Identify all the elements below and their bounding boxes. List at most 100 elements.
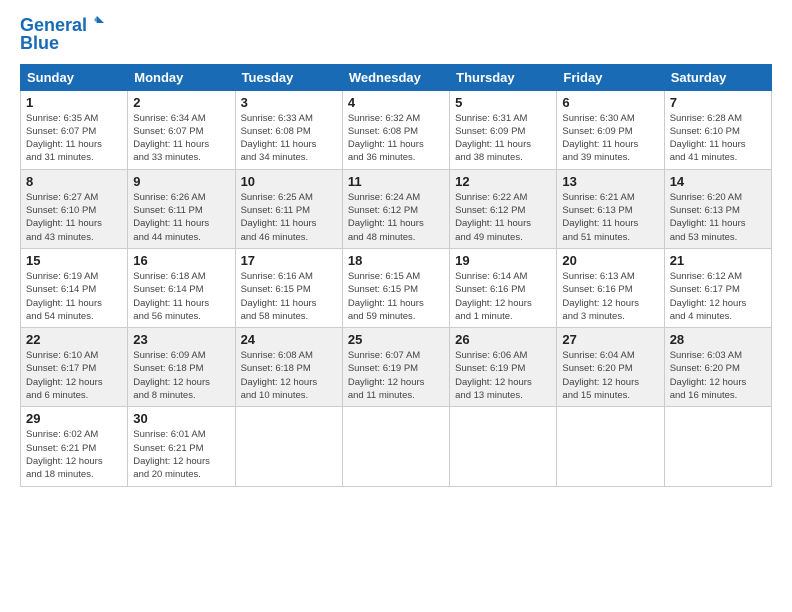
day-info-text: Sunrise: 6:24 AM bbox=[348, 191, 444, 204]
day-info-text: and 13 minutes. bbox=[455, 389, 551, 402]
calendar-day-9: 9Sunrise: 6:26 AMSunset: 6:11 PMDaylight… bbox=[128, 169, 235, 248]
calendar-day-26: 26Sunrise: 6:06 AMSunset: 6:19 PMDayligh… bbox=[450, 328, 557, 407]
day-info-text: and 16 minutes. bbox=[670, 389, 766, 402]
day-info-text: Sunset: 6:14 PM bbox=[133, 283, 229, 296]
day-info-text: Sunset: 6:14 PM bbox=[26, 283, 122, 296]
day-info-text: Daylight: 12 hours bbox=[241, 376, 337, 389]
calendar-day-3: 3Sunrise: 6:33 AMSunset: 6:08 PMDaylight… bbox=[235, 90, 342, 169]
day-header-saturday: Saturday bbox=[664, 64, 771, 90]
day-number: 28 bbox=[670, 332, 766, 347]
day-info-text: Sunset: 6:18 PM bbox=[241, 362, 337, 375]
day-info-text: Daylight: 12 hours bbox=[670, 297, 766, 310]
day-number: 4 bbox=[348, 95, 444, 110]
day-info-text: and 46 minutes. bbox=[241, 231, 337, 244]
day-info-text: and 59 minutes. bbox=[348, 310, 444, 323]
day-info-text: Sunset: 6:16 PM bbox=[455, 283, 551, 296]
day-number: 9 bbox=[133, 174, 229, 189]
day-info-text: Sunset: 6:12 PM bbox=[348, 204, 444, 217]
day-info-text: Sunset: 6:11 PM bbox=[133, 204, 229, 217]
day-info-text: Daylight: 12 hours bbox=[455, 297, 551, 310]
day-header-friday: Friday bbox=[557, 64, 664, 90]
day-info-text: Sunset: 6:18 PM bbox=[133, 362, 229, 375]
day-number: 11 bbox=[348, 174, 444, 189]
day-info-text: Daylight: 11 hours bbox=[348, 297, 444, 310]
calendar-day-13: 13Sunrise: 6:21 AMSunset: 6:13 PMDayligh… bbox=[557, 169, 664, 248]
day-info-text: Daylight: 11 hours bbox=[455, 217, 551, 230]
day-info-text: Daylight: 12 hours bbox=[26, 376, 122, 389]
calendar-week-row: 22Sunrise: 6:10 AMSunset: 6:17 PMDayligh… bbox=[21, 328, 772, 407]
day-info-text: Sunrise: 6:20 AM bbox=[670, 191, 766, 204]
calendar-day-12: 12Sunrise: 6:22 AMSunset: 6:12 PMDayligh… bbox=[450, 169, 557, 248]
day-info-text: Sunset: 6:19 PM bbox=[455, 362, 551, 375]
day-number: 27 bbox=[562, 332, 658, 347]
day-info-text: Sunrise: 6:02 AM bbox=[26, 428, 122, 441]
day-info-text: Daylight: 11 hours bbox=[348, 138, 444, 151]
day-info-text: Sunrise: 6:15 AM bbox=[348, 270, 444, 283]
day-info-text: Daylight: 11 hours bbox=[241, 138, 337, 151]
day-info-text: Sunset: 6:15 PM bbox=[241, 283, 337, 296]
calendar-day-2: 2Sunrise: 6:34 AMSunset: 6:07 PMDaylight… bbox=[128, 90, 235, 169]
day-info-text: Sunrise: 6:34 AM bbox=[133, 112, 229, 125]
calendar-header-row: SundayMondayTuesdayWednesdayThursdayFrid… bbox=[21, 64, 772, 90]
day-info-text: and 10 minutes. bbox=[241, 389, 337, 402]
day-info-text: and 11 minutes. bbox=[348, 389, 444, 402]
day-info-text: Sunset: 6:16 PM bbox=[562, 283, 658, 296]
day-info-text: Daylight: 11 hours bbox=[562, 217, 658, 230]
day-info-text: Sunset: 6:08 PM bbox=[348, 125, 444, 138]
day-info-text: and 56 minutes. bbox=[133, 310, 229, 323]
day-info-text: Sunrise: 6:09 AM bbox=[133, 349, 229, 362]
day-info-text: and 1 minute. bbox=[455, 310, 551, 323]
calendar-day-29: 29Sunrise: 6:02 AMSunset: 6:21 PMDayligh… bbox=[21, 407, 128, 486]
calendar-week-row: 29Sunrise: 6:02 AMSunset: 6:21 PMDayligh… bbox=[21, 407, 772, 486]
day-info-text: Sunset: 6:10 PM bbox=[670, 125, 766, 138]
day-info-text: Daylight: 11 hours bbox=[133, 138, 229, 151]
calendar-table: SundayMondayTuesdayWednesdayThursdayFrid… bbox=[20, 64, 772, 487]
logo: General Blue bbox=[20, 16, 105, 54]
calendar-day-25: 25Sunrise: 6:07 AMSunset: 6:19 PMDayligh… bbox=[342, 328, 449, 407]
day-info-text: Sunrise: 6:28 AM bbox=[670, 112, 766, 125]
day-number: 25 bbox=[348, 332, 444, 347]
calendar-day-24: 24Sunrise: 6:08 AMSunset: 6:18 PMDayligh… bbox=[235, 328, 342, 407]
day-info-text: Sunset: 6:13 PM bbox=[562, 204, 658, 217]
day-info-text: Daylight: 12 hours bbox=[455, 376, 551, 389]
calendar-week-row: 15Sunrise: 6:19 AMSunset: 6:14 PMDayligh… bbox=[21, 248, 772, 327]
day-info-text: and 8 minutes. bbox=[133, 389, 229, 402]
day-info-text: Daylight: 11 hours bbox=[241, 217, 337, 230]
calendar-day-22: 22Sunrise: 6:10 AMSunset: 6:17 PMDayligh… bbox=[21, 328, 128, 407]
day-info-text: and 38 minutes. bbox=[455, 151, 551, 164]
day-info-text: Sunrise: 6:10 AM bbox=[26, 349, 122, 362]
day-info-text: Sunset: 6:10 PM bbox=[26, 204, 122, 217]
day-info-text: and 6 minutes. bbox=[26, 389, 122, 402]
day-info-text: Sunset: 6:12 PM bbox=[455, 204, 551, 217]
day-info-text: and 31 minutes. bbox=[26, 151, 122, 164]
day-info-text: Sunset: 6:09 PM bbox=[562, 125, 658, 138]
calendar-day-1: 1Sunrise: 6:35 AMSunset: 6:07 PMDaylight… bbox=[21, 90, 128, 169]
day-info-text: and 44 minutes. bbox=[133, 231, 229, 244]
day-header-wednesday: Wednesday bbox=[342, 64, 449, 90]
day-info-text: Daylight: 11 hours bbox=[26, 217, 122, 230]
day-info-text: Sunrise: 6:25 AM bbox=[241, 191, 337, 204]
day-info-text: Daylight: 11 hours bbox=[241, 297, 337, 310]
day-number: 15 bbox=[26, 253, 122, 268]
day-info-text: Sunrise: 6:27 AM bbox=[26, 191, 122, 204]
calendar-day-5: 5Sunrise: 6:31 AMSunset: 6:09 PMDaylight… bbox=[450, 90, 557, 169]
page-container: General Blue SundayMondayTuesdayWednesda… bbox=[0, 0, 792, 497]
calendar-day-14: 14Sunrise: 6:20 AMSunset: 6:13 PMDayligh… bbox=[664, 169, 771, 248]
logo-text-blue: Blue bbox=[20, 34, 105, 54]
day-number: 20 bbox=[562, 253, 658, 268]
day-number: 2 bbox=[133, 95, 229, 110]
day-info-text: Daylight: 11 hours bbox=[670, 138, 766, 151]
day-info-text: Daylight: 11 hours bbox=[26, 297, 122, 310]
calendar-day-18: 18Sunrise: 6:15 AMSunset: 6:15 PMDayligh… bbox=[342, 248, 449, 327]
day-info-text: Sunset: 6:07 PM bbox=[26, 125, 122, 138]
header: General Blue bbox=[20, 16, 772, 54]
day-info-text: and 41 minutes. bbox=[670, 151, 766, 164]
day-number: 16 bbox=[133, 253, 229, 268]
calendar-day-23: 23Sunrise: 6:09 AMSunset: 6:18 PMDayligh… bbox=[128, 328, 235, 407]
day-info-text: Daylight: 11 hours bbox=[26, 138, 122, 151]
day-info-text: Sunrise: 6:31 AM bbox=[455, 112, 551, 125]
day-number: 14 bbox=[670, 174, 766, 189]
day-info-text: and 36 minutes. bbox=[348, 151, 444, 164]
day-info-text: Sunrise: 6:03 AM bbox=[670, 349, 766, 362]
calendar-day-19: 19Sunrise: 6:14 AMSunset: 6:16 PMDayligh… bbox=[450, 248, 557, 327]
